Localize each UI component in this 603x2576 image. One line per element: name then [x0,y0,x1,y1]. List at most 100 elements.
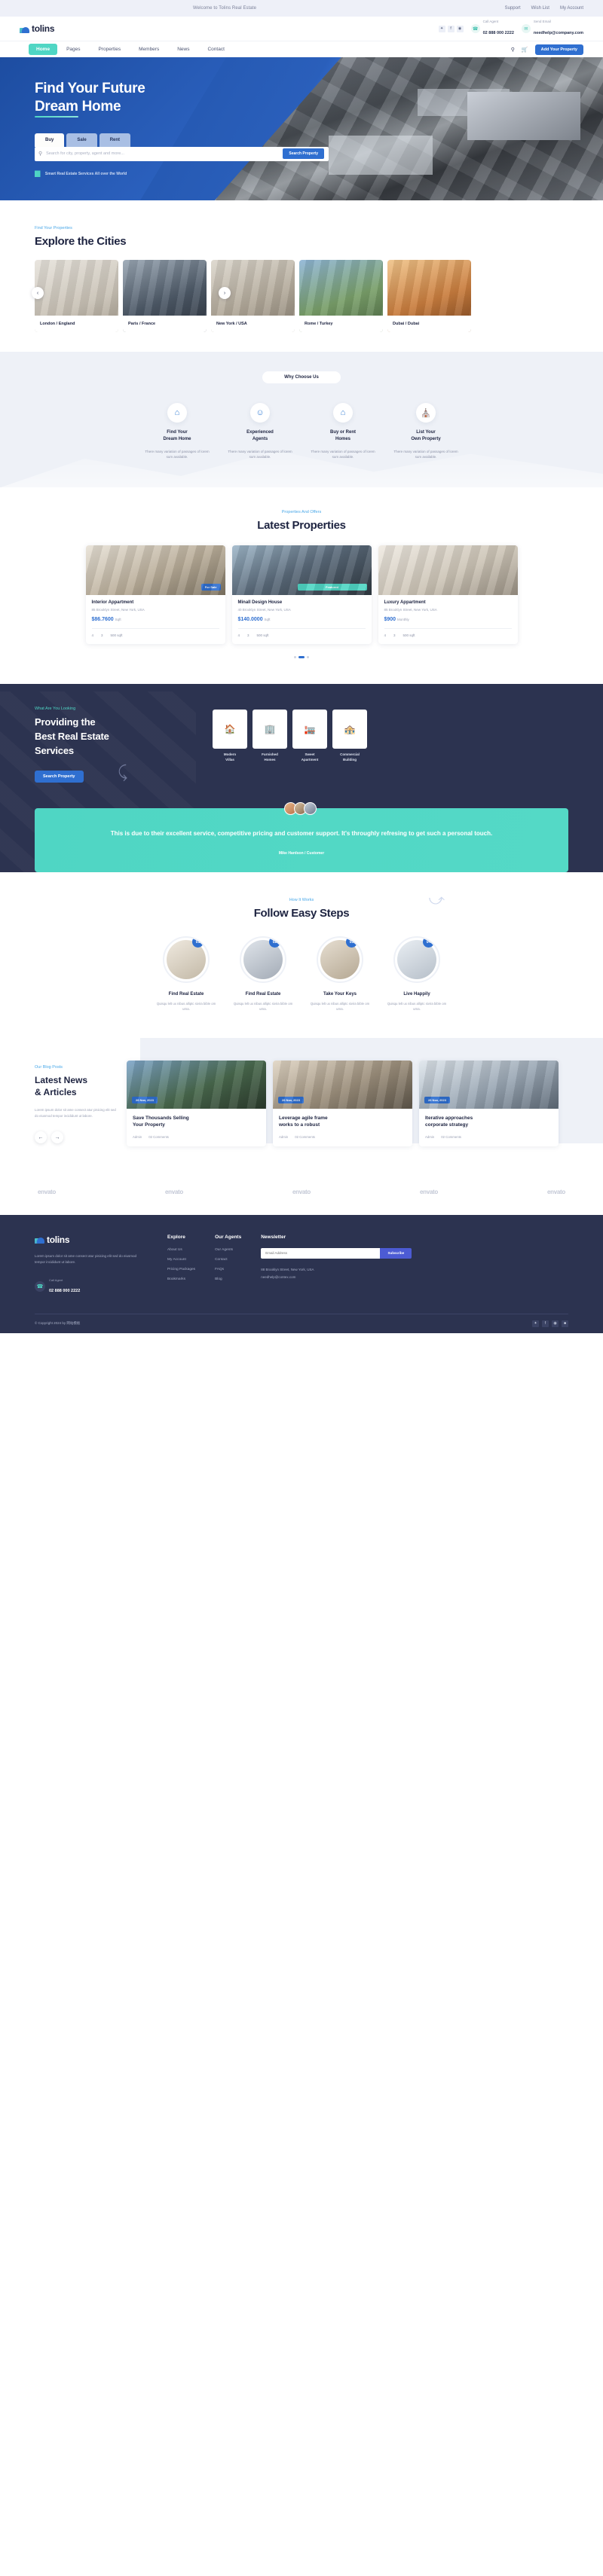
footer-call-value: 02 888 000 2222 [49,1288,81,1293]
footer-call[interactable]: ☎ Call Agent 02 888 000 2222 [35,1278,148,1296]
footer-link-pricing[interactable]: Pricing Packages [167,1268,195,1271]
hero-search-bar: ⚲ Search for city, property, agent and m… [35,146,329,161]
email-value: needhelp@company.com [533,31,583,36]
facebook-icon[interactable]: f [447,25,455,32]
swirl-arrow-icon: ⤹ [118,762,128,782]
header-call[interactable]: ☎ Call Agent 02 888 000 2222 [470,20,514,38]
news-card[interactable]: 26 Nov, 2023 Leverage agile frame works … [273,1060,412,1146]
dot[interactable] [307,656,309,659]
footer-link-account[interactable]: My Account [167,1258,195,1262]
twitter-icon[interactable]: ✦ [438,25,445,32]
category-card[interactable]: 🏣 [292,710,327,749]
footer-link-contact[interactable]: Contact [215,1258,241,1262]
call-value: 02 888 000 2222 [482,31,514,36]
city-card[interactable]: Dubai / Dubai [387,260,471,332]
cities-carousel: ‹ › London / England Paris / France New … [0,260,603,332]
property-card[interactable]: For Sale Interior Appartment 85 Brooklyn… [85,545,225,645]
feature-desc: There many variation of passages of lore… [393,449,458,459]
add-property-button[interactable]: Add Your Property [534,44,583,55]
feature-card[interactable]: ⛪ List Your Own Property There many vari… [391,403,461,460]
twitter-icon[interactable]: ✦ [532,1320,539,1327]
apartment-icon: 🏣 [304,723,316,734]
nav-item-news[interactable]: News [168,47,198,52]
carousel-prev-icon[interactable]: ‹ [32,287,44,299]
footer-link-agents[interactable]: Our Agents [215,1248,241,1252]
dot-active[interactable] [298,656,305,659]
footer-agents-title: Our Agents [215,1234,242,1240]
search-icon[interactable]: ⚲ [511,47,515,53]
news-card[interactable]: 26 Nov, 2023 Iterative approaches corpor… [419,1060,559,1146]
city-card[interactable]: London / England [35,260,118,332]
subscribe-button[interactable]: Subscribe [380,1247,412,1259]
property-card[interactable]: Luxury Appartment 85 Brooklyn Street, Ne… [378,545,518,645]
tab-buy[interactable]: Buy [35,133,65,147]
city-card[interactable]: Paris / France [123,260,207,332]
search-property-button[interactable]: Search Property [35,770,84,783]
feature-card[interactable]: ⌂ Find Your Dream Home There many variat… [142,403,212,460]
page-root: Welcome to Tolins Real Estate Support Wi… [0,0,603,1333]
providing-title: Providing the Best Real Estate Services [35,716,109,757]
carousel-next-icon[interactable]: › [219,287,231,299]
logo[interactable]: tolins [20,23,55,34]
list-property-icon: ⛪ [416,403,436,423]
category-card[interactable]: 🏢 [253,710,287,749]
footer-link-faqs[interactable]: FAQs [215,1268,241,1271]
category-card[interactable]: 🏠 [213,710,247,749]
category-card[interactable]: 🏤 [332,710,367,749]
step-number: 03 [346,938,357,948]
brand-logo: envato [420,1188,438,1195]
dot[interactable] [294,656,296,659]
feature-card[interactable]: ☺ Experienced Agents There many variatio… [225,403,295,460]
footer-link-bookmarks[interactable]: Bookmarks [167,1277,195,1281]
cart-icon[interactable]: 🛒 [522,47,528,53]
property-price-unit: Sqft [264,618,271,622]
footer-link-about[interactable]: About Us [167,1248,195,1252]
carousel-dots[interactable] [0,656,603,659]
news-card-title: Leverage agile frame works to a robust [279,1115,328,1128]
step-card[interactable]: 01 Find Real Estate Quisqu lelt ux nibus… [155,936,218,1012]
property-card[interactable]: Featured Minall Design House 40 Brooklyn… [231,545,372,645]
nav-item-properties[interactable]: Properties [90,47,130,52]
properties-title: Latest Properties [257,519,346,533]
topbar-link-account[interactable]: My Account [560,6,583,11]
topbar-link-support[interactable]: Support [505,6,521,11]
footer-email[interactable]: needhelp@contex.com [261,1274,412,1281]
city-card[interactable]: Rome / Turkey [299,260,383,332]
news-section: Our Blog Posts Latest News & Articles Lo… [0,1037,603,1169]
cities-eyebrow: Find Your Properties [35,226,72,230]
email-label: Send Email [533,19,551,23]
nav-item-pages[interactable]: Pages [57,47,89,52]
tab-sale[interactable]: Sale [66,133,97,147]
instagram-icon[interactable]: ◉ [456,25,464,32]
search-input[interactable]: Search for city, property, agent and mor… [46,151,279,156]
step-card[interactable]: 04 Live Happily Quisqu lelt ux nibus all… [385,936,448,1012]
footer-link-blog[interactable]: Blog [215,1277,241,1281]
facebook-icon[interactable]: f [542,1320,549,1327]
search-property-button[interactable]: Search Property [283,148,324,160]
news-date: 26 Nov, 2023 [278,1096,304,1103]
top-bar: Welcome to Tolins Real Estate Support Wi… [0,0,603,17]
news-card[interactable]: 26 Nov, 2023 Save Thousands Selling Your… [127,1060,266,1146]
footer-agents: Our Agents Our Agents Contact FAQs Blog [215,1235,241,1296]
nav-item-contact[interactable]: Contact [198,47,233,52]
step-card[interactable]: 03 Take Your Keys Quisqu lelt ux nibus a… [308,936,372,1012]
property-baths: 3 [393,633,396,638]
arrow-right-icon[interactable]: → [51,1131,63,1144]
nav-item-members[interactable]: Members [130,47,168,52]
instagram-icon[interactable]: ◉ [552,1320,559,1327]
newsletter-email-input[interactable] [261,1247,381,1259]
brand-logos: envato envato envato envato envato [0,1168,603,1215]
topbar-link-wishlist[interactable]: Wish List [531,6,549,11]
feature-card[interactable]: ⌂ Buy or Rent Homes There many variation… [308,403,378,460]
nav-item-home[interactable]: Home [29,44,58,55]
news-desc: Lorem ipsum dolor sit ame consect atur p… [35,1108,116,1119]
footer-call-label: Call Agent [49,1277,63,1282]
tab-rent[interactable]: Rent [99,133,131,147]
grid-icon[interactable]: ■ [562,1320,568,1327]
phone-icon: ☎ [35,1281,45,1293]
footer-logo[interactable]: tolins [35,1235,148,1245]
header-email[interactable]: ✉ Send Email needhelp@company.com [521,19,583,38]
step-card[interactable]: 02 Find Real Estate Quisqu lelt ux nibus… [231,936,295,1012]
testimonial-avatars [35,801,568,815]
arrow-left-icon[interactable]: ← [35,1131,47,1144]
